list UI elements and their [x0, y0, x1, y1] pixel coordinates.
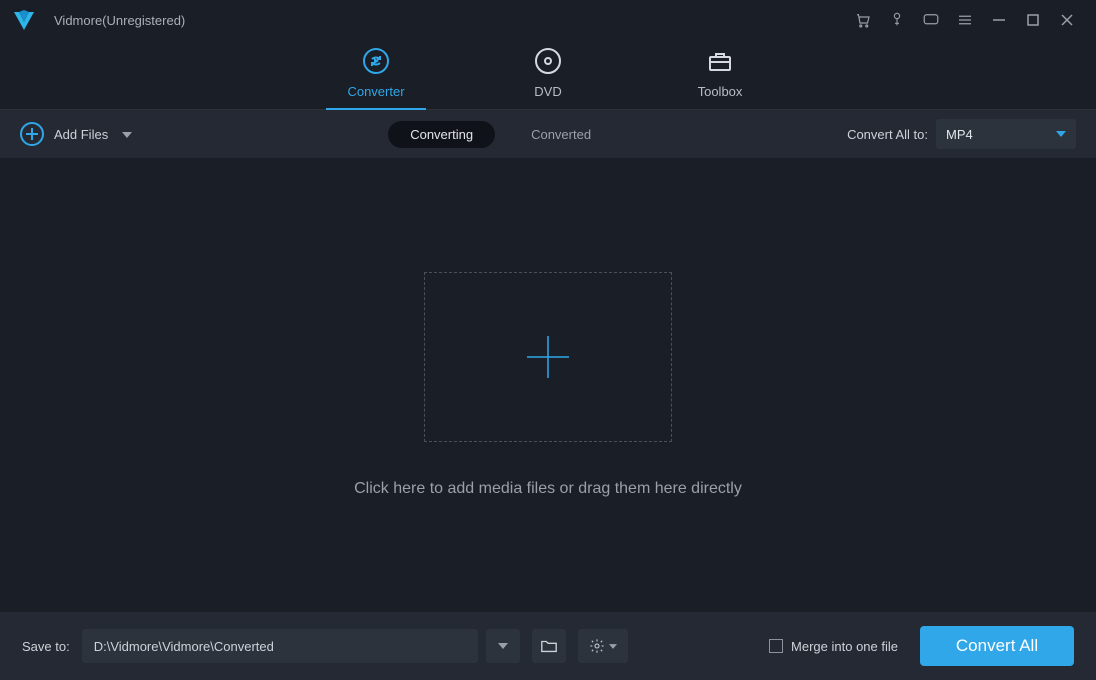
open-folder-button[interactable]: [532, 629, 566, 663]
plus-icon: [523, 332, 573, 382]
output-format-value: MP4: [946, 127, 973, 142]
save-path-dropdown[interactable]: [486, 629, 520, 663]
chevron-down-icon: [1056, 131, 1066, 137]
key-icon[interactable]: [880, 0, 914, 40]
output-format-select[interactable]: MP4: [936, 119, 1076, 149]
convert-all-button[interactable]: Convert All: [920, 626, 1074, 666]
tab-toolbox-label: Toolbox: [698, 84, 743, 99]
tab-dvd-label: DVD: [534, 84, 561, 99]
tab-toolbox[interactable]: Toolbox: [670, 46, 770, 109]
maximize-button[interactable]: [1016, 0, 1050, 40]
chevron-down-icon: [609, 644, 617, 649]
close-button[interactable]: [1050, 0, 1084, 40]
app-logo-icon: [12, 8, 36, 32]
tab-converter[interactable]: Converter: [326, 46, 426, 109]
merge-checkbox-label: Merge into one file: [791, 639, 898, 654]
add-files-button[interactable]: Add Files: [20, 122, 132, 146]
sub-toolbar: Add Files Converting Converted Convert A…: [0, 110, 1096, 158]
plus-circle-icon: [20, 122, 44, 146]
main-nav: Converter DVD Toolbox: [0, 40, 1096, 110]
feedback-icon[interactable]: [914, 0, 948, 40]
app-title: Vidmore(Unregistered): [54, 13, 185, 28]
titlebar: Vidmore(Unregistered): [0, 0, 1096, 40]
checkbox-icon: [769, 639, 783, 653]
save-path-field[interactable]: D:\Vidmore\Vidmore\Converted: [82, 629, 478, 663]
chevron-down-icon: [498, 643, 508, 649]
dvd-icon: [533, 46, 563, 76]
toolbox-icon: [705, 46, 735, 76]
settings-dropdown[interactable]: [578, 629, 628, 663]
merge-checkbox[interactable]: Merge into one file: [769, 639, 898, 654]
save-to-label: Save to:: [22, 639, 70, 654]
convert-all-to-group: Convert All to: MP4: [847, 119, 1076, 149]
status-segment: Converting Converted: [388, 121, 591, 148]
convert-all-to-label: Convert All to:: [847, 127, 928, 142]
tab-converted[interactable]: Converted: [531, 127, 591, 142]
folder-icon: [540, 638, 558, 654]
tab-converter-label: Converter: [347, 84, 404, 99]
footer-bar: Save to: D:\Vidmore\Vidmore\Converted Me…: [0, 612, 1096, 680]
tab-dvd[interactable]: DVD: [498, 46, 598, 109]
minimize-button[interactable]: [982, 0, 1016, 40]
tab-converting[interactable]: Converting: [388, 121, 495, 148]
converter-icon: [361, 46, 391, 76]
gear-icon: [589, 638, 605, 654]
add-files-label: Add Files: [54, 127, 108, 142]
hamburger-menu-icon[interactable]: [948, 0, 982, 40]
drop-hint-text: Click here to add media files or drag th…: [354, 480, 742, 498]
add-media-dropzone[interactable]: [424, 272, 672, 442]
main-drop-area: Click here to add media files or drag th…: [0, 158, 1096, 612]
save-path-value: D:\Vidmore\Vidmore\Converted: [94, 639, 274, 654]
cart-icon[interactable]: [846, 0, 880, 40]
chevron-down-icon: [122, 125, 132, 143]
